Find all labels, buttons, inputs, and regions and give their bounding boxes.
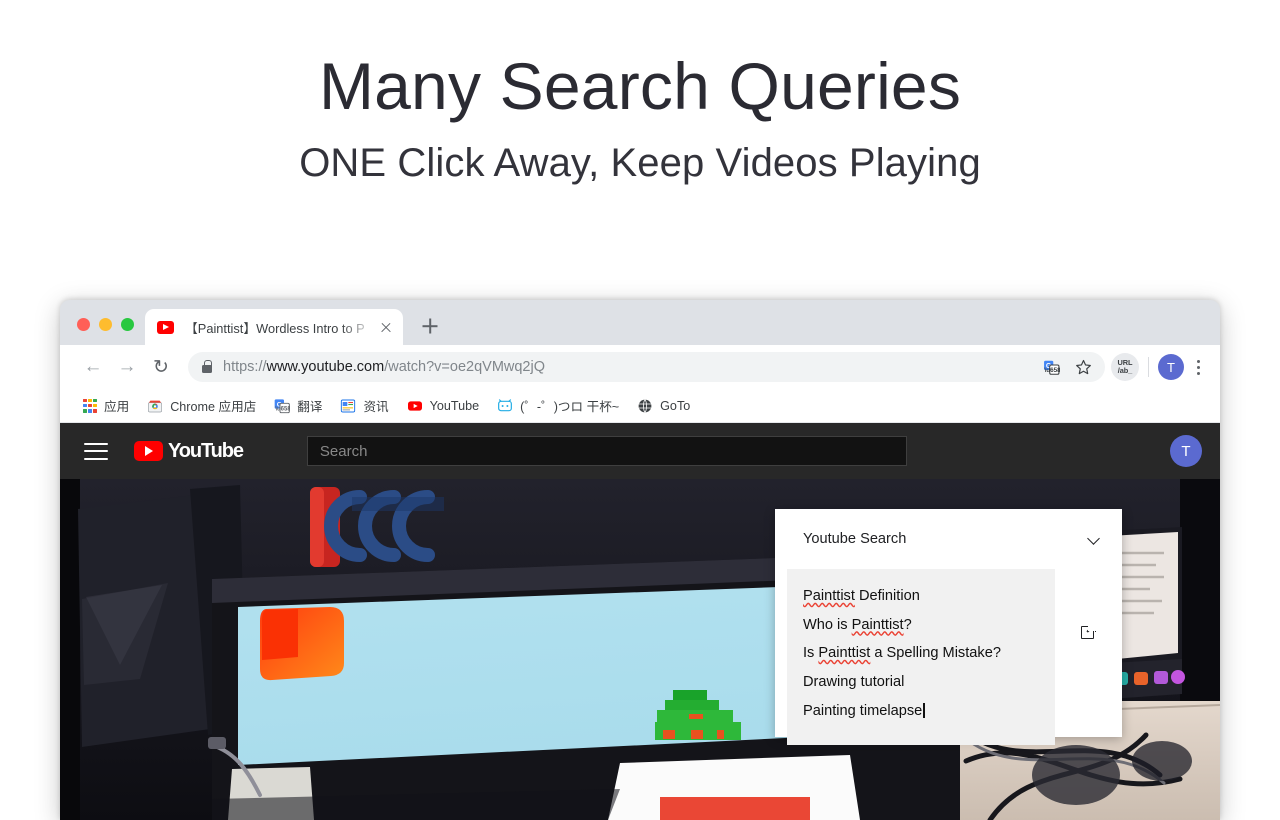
hero-section: Many Search Queries ONE Click Away, Keep… [0,0,1280,186]
bookmark-chrome-webstore[interactable]: Chrome 应用店 [138,396,265,415]
bookmark-goto[interactable]: GoTo [628,398,699,414]
bookmark-label: 翻译 [297,400,323,414]
google-translate-icon: G \u6587 [274,398,291,413]
popup-actions [1055,569,1122,745]
bookmark-youtube[interactable]: YouTube [398,398,489,414]
forward-button[interactable]: → [110,350,144,384]
youtube-page: YouTube Search T Youtube Search Painttis… [60,423,1220,820]
youtube-favicon-icon [157,320,174,334]
popup-title: Youtube Search [803,531,907,547]
bilibili-icon [498,398,513,411]
tab-title: 【Painttist】Wordless Intro to P [185,320,365,336]
toolbar-right: URL /ab_ T [1111,353,1210,381]
apps-grid-icon [83,398,97,413]
bookmark-label: Chrome 应用店 [170,400,257,414]
ext-badge-line2: /ab_ [1117,366,1133,375]
google-news-icon [341,399,356,412]
close-window-button[interactable] [77,318,90,331]
star-icon[interactable] [1069,353,1097,381]
back-button[interactable]: ← [76,350,110,384]
profile-avatar[interactable]: T [1158,354,1184,380]
search-queries-textarea[interactable]: Painttist Definition Who is Painttist? I… [787,569,1055,745]
query-line[interactable]: Is Painttist a Spelling Mistake? [803,641,1039,670]
browser-tab[interactable]: 【Painttist】Wordless Intro to P [145,309,403,345]
youtube-logo-text: YouTube [168,439,244,462]
browser-window: 【Painttist】Wordless Intro to P ← → ↻ htt… [60,300,1220,820]
chevron-down-icon[interactable] [1088,533,1100,545]
misspelled-word: Painttist [851,616,904,633]
query-line[interactable]: Painttist Definition [803,584,1039,613]
google-translate-icon[interactable]: G \u6587 [1037,353,1065,381]
address-bar-url: https://www.youtube.com/watch?v=oe2qVMwq… [223,359,545,375]
browser-toolbar: ← → ↻ https://www.youtube.com/watch?v=oe… [60,345,1220,389]
bookmark-news[interactable]: 资讯 [331,396,397,415]
extension-popup: Youtube Search Painttist Definition Who … [775,509,1122,745]
youtube-icon [407,400,422,411]
misspelled-word: Painttist [803,588,855,604]
misspelled-word: Painttist [818,645,871,662]
kebab-menu-icon[interactable] [1186,355,1210,379]
page-title: Many Search Queries [318,49,962,123]
youtube-header: YouTube Search T [60,423,1220,479]
toolbar-divider [1148,357,1149,377]
query-line[interactable]: Painting timelapse [803,698,1039,728]
external-link-icon[interactable] [1081,622,1097,639]
youtube-search-placeholder: Search [319,442,368,460]
new-tab-button[interactable] [415,311,445,341]
bookmark-label: 应用 [104,400,130,414]
svg-text:\u6587: \u6587 [276,406,291,412]
url-ab-extension-icon[interactable]: URL /ab_ [1111,353,1139,381]
address-bar[interactable]: https://www.youtube.com/watch?v=oe2qVMwq… [188,352,1105,382]
tab-strip: 【Painttist】Wordless Intro to P [60,300,1220,345]
youtube-logo[interactable]: YouTube [134,439,244,463]
bookmark-apps[interactable]: 应用 [74,396,138,415]
query-line[interactable]: Who is Painttist? [803,613,1039,642]
chrome-webstore-icon [148,400,163,412]
popup-header[interactable]: Youtube Search [775,509,1122,569]
svg-text:\u6587: \u6587 [1044,367,1060,374]
youtube-search-input[interactable]: Search [306,436,907,466]
youtube-play-icon [134,441,163,461]
close-tab-icon[interactable] [377,318,395,336]
hamburger-menu-icon[interactable] [84,442,108,460]
bookmark-label: GoTo [660,398,691,413]
window-controls [60,318,145,345]
bookmark-label: (゜-゜)つロ 干杯~ [520,400,620,414]
text-cursor [923,703,925,719]
youtube-header-right: T [1170,435,1202,467]
globe-icon [638,398,652,413]
bookmark-label: YouTube [429,398,480,413]
lock-icon [202,359,212,373]
maximize-window-button[interactable] [121,318,134,331]
bookmark-label: 资讯 [363,400,389,414]
omnibox-actions: G \u6587 [1037,353,1097,381]
youtube-avatar[interactable]: T [1170,435,1202,467]
minimize-window-button[interactable] [99,318,112,331]
bookmarks-bar: 应用 Chrome 应用店 G \u6587 翻译 [60,389,1220,423]
bookmark-translate[interactable]: G \u6587 翻译 [265,396,331,415]
reload-button[interactable]: ↻ [144,350,178,384]
bookmark-bilibili[interactable]: (゜-゜)つロ 干杯~ [488,396,628,415]
page-subtitle: ONE Click Away, Keep Videos Playing [299,141,981,186]
popup-body: Painttist Definition Who is Painttist? I… [775,569,1122,745]
query-line[interactable]: Drawing tutorial [803,670,1039,699]
